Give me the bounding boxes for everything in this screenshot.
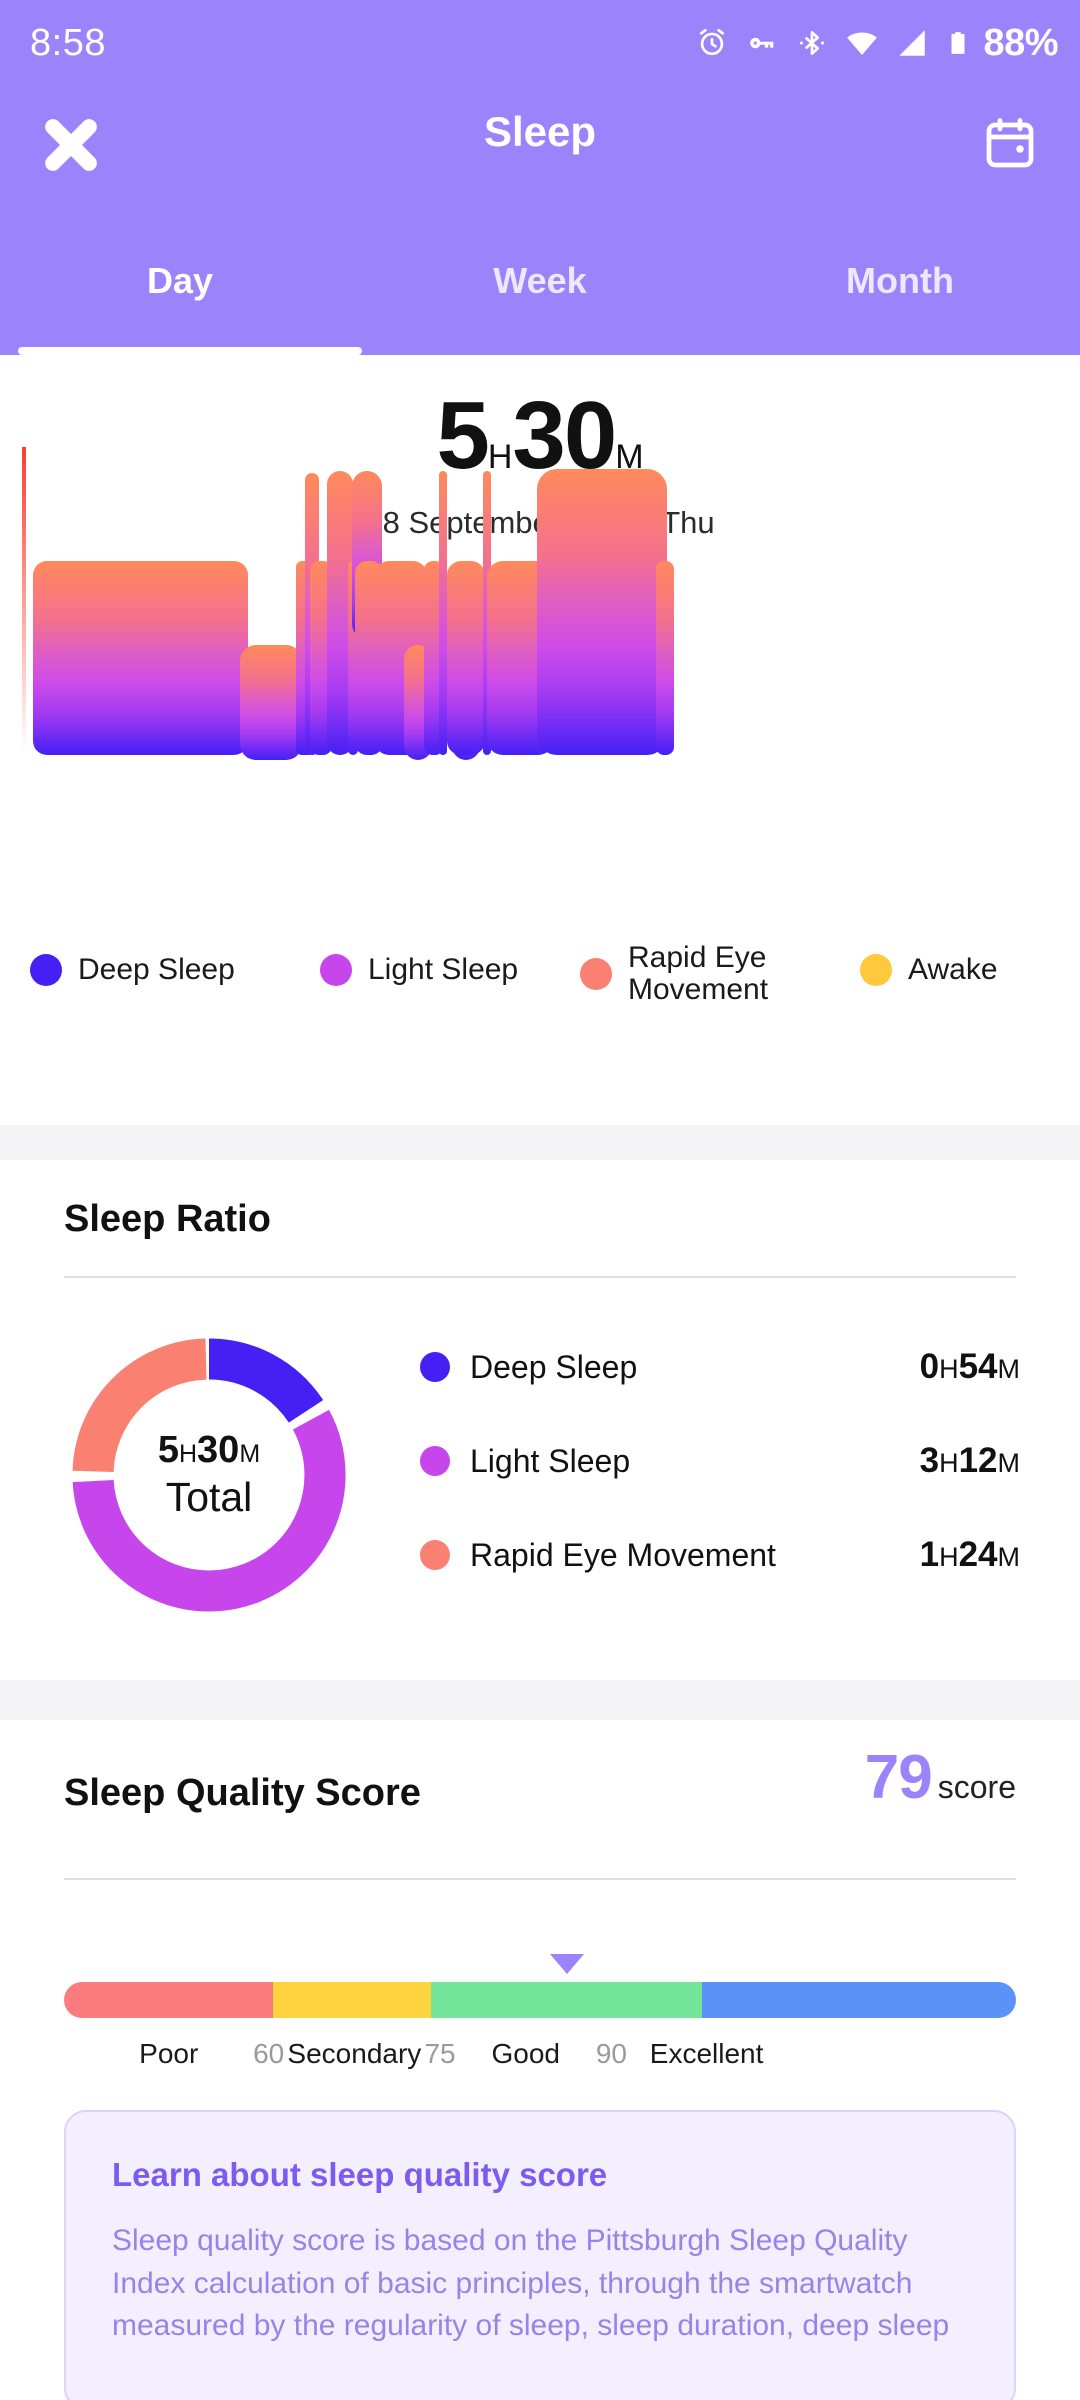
score-threshold-60: 60 bbox=[253, 2038, 284, 2070]
sleep-overview-card: 5H30M 28 September, 2023, Thu Deep Sleep… bbox=[0, 355, 1080, 1125]
app-header: 8:58 bbox=[0, 0, 1080, 355]
list-item: Light Sleep 3H12M bbox=[420, 1414, 1020, 1508]
hypnogram-bars bbox=[33, 469, 674, 760]
tab-month-label: Month bbox=[846, 260, 954, 301]
page-title: Sleep bbox=[0, 108, 1080, 156]
sleep-ratio-list: Deep Sleep 0H54M Light Sleep 3H12M Rapid… bbox=[420, 1320, 1020, 1602]
status-bar: 8:58 bbox=[0, 0, 1080, 86]
score-marker bbox=[550, 1954, 584, 1974]
sleep-ratio-title: Sleep Ratio bbox=[64, 1198, 271, 1241]
donut-total-label: Total bbox=[166, 1474, 253, 1521]
sleep-ratio-card: Sleep Ratio 5H30M Total Deep S bbox=[0, 1160, 1080, 1680]
status-icons: 88% bbox=[695, 22, 1058, 65]
donut-minutes-unit: M bbox=[239, 1440, 260, 1468]
rem-hours: 1 bbox=[920, 1535, 939, 1574]
sleep-detail-screen: 8:58 bbox=[0, 0, 1080, 2400]
score-band-poor bbox=[64, 1982, 273, 2018]
donut-center-label: 5H30M Total bbox=[64, 1330, 354, 1620]
score-word: score bbox=[938, 1769, 1016, 1805]
score-gradient-bar bbox=[64, 1982, 1016, 2018]
rem-minutes: 24 bbox=[959, 1535, 998, 1574]
donut-hours: 5 bbox=[158, 1429, 179, 1471]
list-item: Rapid Eye Movement 1H24M bbox=[420, 1508, 1020, 1602]
bluetooth-icon bbox=[795, 26, 829, 60]
score-label-good: Good bbox=[491, 2038, 560, 2070]
info-card-title: Learn about sleep quality score bbox=[112, 2156, 968, 2194]
signal-icon bbox=[895, 26, 929, 60]
score-label-excellent: Excellent bbox=[650, 2038, 764, 2070]
wifi-icon bbox=[845, 26, 879, 60]
score-label-poor: Poor bbox=[139, 2038, 198, 2070]
score-threshold-90: 90 bbox=[596, 2038, 627, 2070]
sleep-quality-score-value: 79score bbox=[865, 1742, 1016, 1813]
calendar-button[interactable] bbox=[980, 114, 1040, 174]
app-bar: Sleep bbox=[0, 92, 1080, 197]
info-card-body: Sleep quality score is based on the Pitt… bbox=[112, 2220, 968, 2348]
ratio-value-light-sleep: 3H12M bbox=[920, 1441, 1020, 1481]
rem-color-dot bbox=[420, 1540, 450, 1570]
section-gap-2 bbox=[0, 1680, 1080, 1720]
score-band-excellent bbox=[702, 1982, 1016, 2018]
score-band-good bbox=[431, 1982, 702, 2018]
light-sleep-hours: 3 bbox=[920, 1441, 939, 1480]
tab-day-label: Day bbox=[147, 260, 213, 301]
tab-month[interactable]: Month bbox=[720, 245, 1080, 355]
tab-active-indicator bbox=[18, 347, 362, 355]
light-sleep-hours-unit: H bbox=[939, 1448, 959, 1478]
donut-minutes: 30 bbox=[197, 1429, 239, 1471]
deep-sleep-hours-unit: H bbox=[939, 1354, 959, 1384]
score-scale-labels: Poor 60 Secondary 75 Good 90 Excellent bbox=[64, 2038, 1016, 2082]
score-number: 79 bbox=[865, 1743, 932, 1812]
score-band-secondary bbox=[273, 1982, 430, 2018]
calendar-icon bbox=[980, 114, 1040, 174]
tab-week[interactable]: Week bbox=[360, 245, 720, 355]
period-tabs[interactable]: Day Week Month bbox=[0, 245, 1080, 355]
vpn-key-icon bbox=[745, 26, 779, 60]
status-time: 8:58 bbox=[30, 22, 106, 65]
section-gap-1 bbox=[0, 1125, 1080, 1160]
sleep-ratio-divider bbox=[64, 1276, 1016, 1278]
light-sleep-minutes: 12 bbox=[959, 1441, 998, 1480]
ratio-label-deep-sleep: Deep Sleep bbox=[470, 1349, 637, 1386]
rem-hours-unit: H bbox=[939, 1542, 959, 1572]
deep-sleep-hours: 0 bbox=[920, 1347, 939, 1386]
ratio-value-rem: 1H24M bbox=[920, 1535, 1020, 1575]
ratio-label-rem: Rapid Eye Movement bbox=[470, 1537, 776, 1574]
ratio-value-deep-sleep: 0H54M bbox=[920, 1347, 1020, 1387]
score-label-secondary: Secondary bbox=[287, 2038, 421, 2070]
rem-minutes-unit: M bbox=[998, 1542, 1021, 1572]
battery-percentage: 88% bbox=[983, 22, 1058, 65]
hypnogram-chart[interactable] bbox=[0, 355, 1080, 1125]
sleep-ratio-donut: 5H30M Total bbox=[64, 1330, 354, 1620]
tab-day[interactable]: Day bbox=[0, 245, 360, 355]
donut-hours-unit: H bbox=[179, 1440, 197, 1468]
sleep-quality-divider bbox=[64, 1878, 1016, 1880]
score-threshold-75: 75 bbox=[424, 2038, 455, 2070]
sleep-quality-title: Sleep Quality Score bbox=[64, 1772, 421, 1815]
score-scale-bar bbox=[64, 1982, 1016, 2018]
sleep-quality-info-card[interactable]: Learn about sleep quality score Sleep qu… bbox=[64, 2110, 1016, 2400]
deep-sleep-minutes: 54 bbox=[959, 1347, 998, 1386]
light-sleep-color-dot bbox=[420, 1446, 450, 1476]
alarm-icon bbox=[695, 26, 729, 60]
ratio-label-light-sleep: Light Sleep bbox=[470, 1443, 630, 1480]
donut-duration: 5H30M bbox=[158, 1429, 260, 1472]
deep-sleep-color-dot bbox=[420, 1352, 450, 1382]
battery-icon bbox=[945, 26, 971, 60]
list-item: Deep Sleep 0H54M bbox=[420, 1320, 1020, 1414]
sleep-quality-score-card: Sleep Quality Score 79score Poor 60 Seco… bbox=[0, 1720, 1080, 2400]
light-sleep-minutes-unit: M bbox=[998, 1448, 1021, 1478]
tab-week-label: Week bbox=[493, 260, 586, 301]
deep-sleep-minutes-unit: M bbox=[998, 1354, 1021, 1384]
hypnogram-axis bbox=[22, 447, 26, 752]
